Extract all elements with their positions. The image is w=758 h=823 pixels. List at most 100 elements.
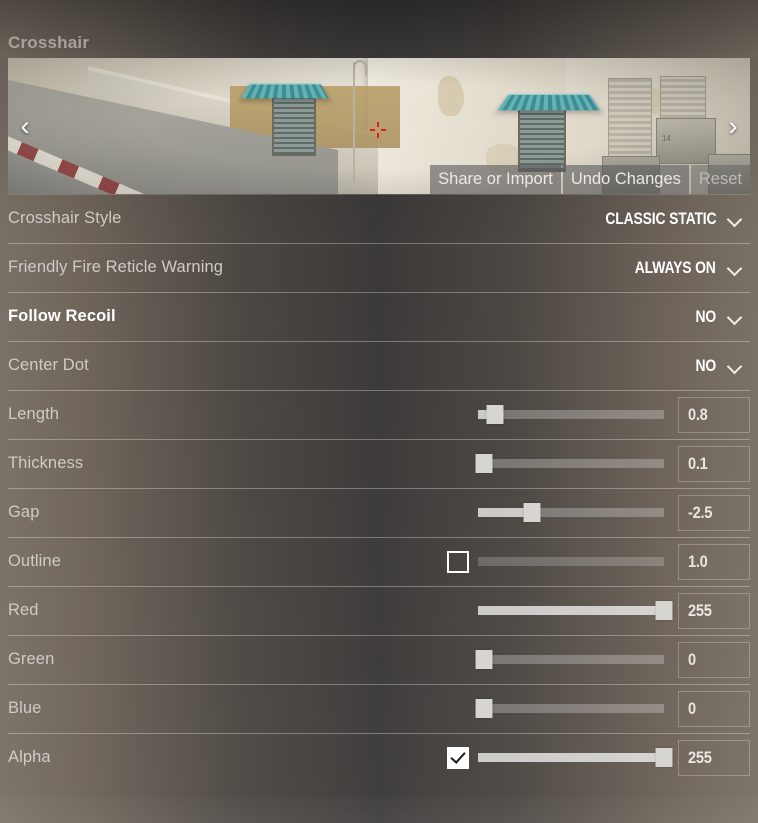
chevron-down-icon [728,261,742,275]
setting-label-crosshair-style: Crosshair Style [8,209,122,227]
value-input-green[interactable]: 0 [678,641,750,678]
value-input-length[interactable]: 0.8 [678,396,750,433]
crosshair-settings-screen: Crosshair 14 ‹ › Share or Import Undo Ch… [0,0,758,823]
slider-fill [478,753,664,762]
slider-gap[interactable] [478,503,664,523]
value-text-green: 0 [688,649,696,669]
setting-control-follow-recoil: NO [691,307,750,327]
slider-handle[interactable] [475,699,493,718]
setting-control-green: 0 [447,641,750,678]
setting-row-friendly-fire-reticle-warning[interactable]: Friendly Fire Reticle Warning ALWAYS ON [0,243,758,292]
setting-row-center-dot[interactable]: Center Dot NO [0,341,758,390]
dropdown-value-friendly-fire-reticle-warning: ALWAYS ON [635,257,716,277]
chevron-down-icon [728,212,742,226]
slider-thickness[interactable] [475,454,664,474]
value-text-gap: -2.5 [688,502,713,522]
value-input-thickness[interactable]: 0.1 [678,445,750,482]
setting-control-center-dot: NO [691,356,750,376]
setting-row-length[interactable]: Length 0.8 [0,390,758,439]
slider-red[interactable] [478,601,673,621]
slider-handle[interactable] [475,650,493,669]
setting-label-gap: Gap [8,503,40,521]
slider-handle[interactable] [655,748,673,767]
slider-outline[interactable] [478,552,664,572]
checkbox-alpha[interactable] [447,746,469,769]
dropdown-center-dot[interactable]: NO [691,356,750,376]
value-input-blue[interactable]: 0 [678,690,750,727]
slider-fill [478,606,664,615]
dropdown-value-crosshair-style: CLASSIC STATIC [604,208,716,228]
setting-control-alpha: 255 [447,739,750,776]
chevron-down-icon [728,310,742,324]
value-input-red[interactable]: 255 [678,592,750,629]
setting-control-outline: 1.0 [447,543,750,580]
slider-blue[interactable] [475,699,664,719]
setting-row-follow-recoil[interactable]: Follow Recoil NO [0,292,758,341]
value-text-blue: 0 [688,698,696,718]
setting-control-gap: -2.5 [447,494,750,531]
slider-handle[interactable] [486,405,504,424]
value-text-length: 0.8 [688,404,708,424]
checkbox-outline[interactable] [447,550,469,573]
setting-control-thickness: 0.1 [447,445,750,482]
slider-track [478,655,664,664]
setting-row-blue[interactable]: Blue 0 [0,684,758,733]
slider-track [478,557,664,566]
header: Crosshair [0,0,758,58]
slider-track [478,704,664,713]
setting-label-length: Length [8,405,60,423]
value-text-outline: 1.0 [688,551,708,571]
setting-row-crosshair-style[interactable]: Crosshair Style CLASSIC STATIC [0,194,758,243]
dropdown-follow-recoil[interactable]: NO [691,307,750,327]
setting-label-follow-recoil: Follow Recoil [8,307,116,325]
setting-label-thickness: Thickness [8,454,84,472]
slider-length[interactable] [478,405,664,425]
setting-row-thickness[interactable]: Thickness 0.1 [0,439,758,488]
setting-row-gap[interactable]: Gap -2.5 [0,488,758,537]
value-input-alpha[interactable]: 255 [678,739,750,776]
dropdown-value-center-dot: NO [695,355,716,375]
dropdown-crosshair-style[interactable]: CLASSIC STATIC [581,209,750,229]
setting-label-center-dot: Center Dot [8,356,89,374]
setting-row-alpha[interactable]: Alpha 255 [0,733,758,782]
setting-control-red: 255 [447,592,750,629]
undo-changes-button[interactable]: Undo Changes [562,164,689,194]
setting-label-red: Red [8,601,39,619]
bottom-fade [0,797,758,823]
slider-alpha[interactable] [478,748,673,768]
value-text-red: 255 [688,600,712,620]
slider-handle[interactable] [475,454,493,473]
dropdown-friendly-fire-reticle-warning[interactable]: ALWAYS ON [617,258,750,278]
slider-track [478,459,664,468]
slider-handle[interactable] [655,601,673,620]
share-or-import-button[interactable]: Share or Import [430,164,561,194]
setting-row-green[interactable]: Green 0 [0,635,758,684]
chevron-down-icon [728,359,742,373]
slider-handle[interactable] [523,503,541,522]
value-text-thickness: 0.1 [688,453,708,473]
setting-control-blue: 0 [447,690,750,727]
setting-label-green: Green [8,650,55,668]
setting-control-length: 0.8 [447,396,750,433]
setting-label-outline: Outline [8,552,61,570]
settings-list: Crosshair Style CLASSIC STATIC Friendly Fi… [0,194,758,782]
value-text-alpha: 255 [688,747,712,767]
setting-row-outline[interactable]: Outline 1.0 [0,537,758,586]
crosshair-preview[interactable]: 14 ‹ › Share or Import Undo Changes Rese… [8,58,750,194]
setting-label-alpha: Alpha [8,748,51,766]
value-input-gap[interactable]: -2.5 [678,494,750,531]
setting-label-blue: Blue [8,699,42,717]
setting-row-red[interactable]: Red 255 [0,586,758,635]
setting-label-friendly-fire-reticle-warning: Friendly Fire Reticle Warning [8,258,224,276]
next-preview-arrow-icon[interactable]: › [718,106,748,146]
slider-track [478,410,664,419]
setting-control-crosshair-style: CLASSIC STATIC [581,209,750,229]
preview-actions: Share or Import Undo Changes Reset [430,164,750,194]
previous-preview-arrow-icon[interactable]: ‹ [10,106,40,146]
dropdown-value-follow-recoil: NO [695,306,716,326]
page-title: Crosshair [8,33,90,52]
reset-button[interactable]: Reset [690,164,750,194]
setting-control-friendly-fire-reticle-warning: ALWAYS ON [617,258,750,278]
slider-green[interactable] [475,650,664,670]
value-input-outline[interactable]: 1.0 [678,543,750,580]
